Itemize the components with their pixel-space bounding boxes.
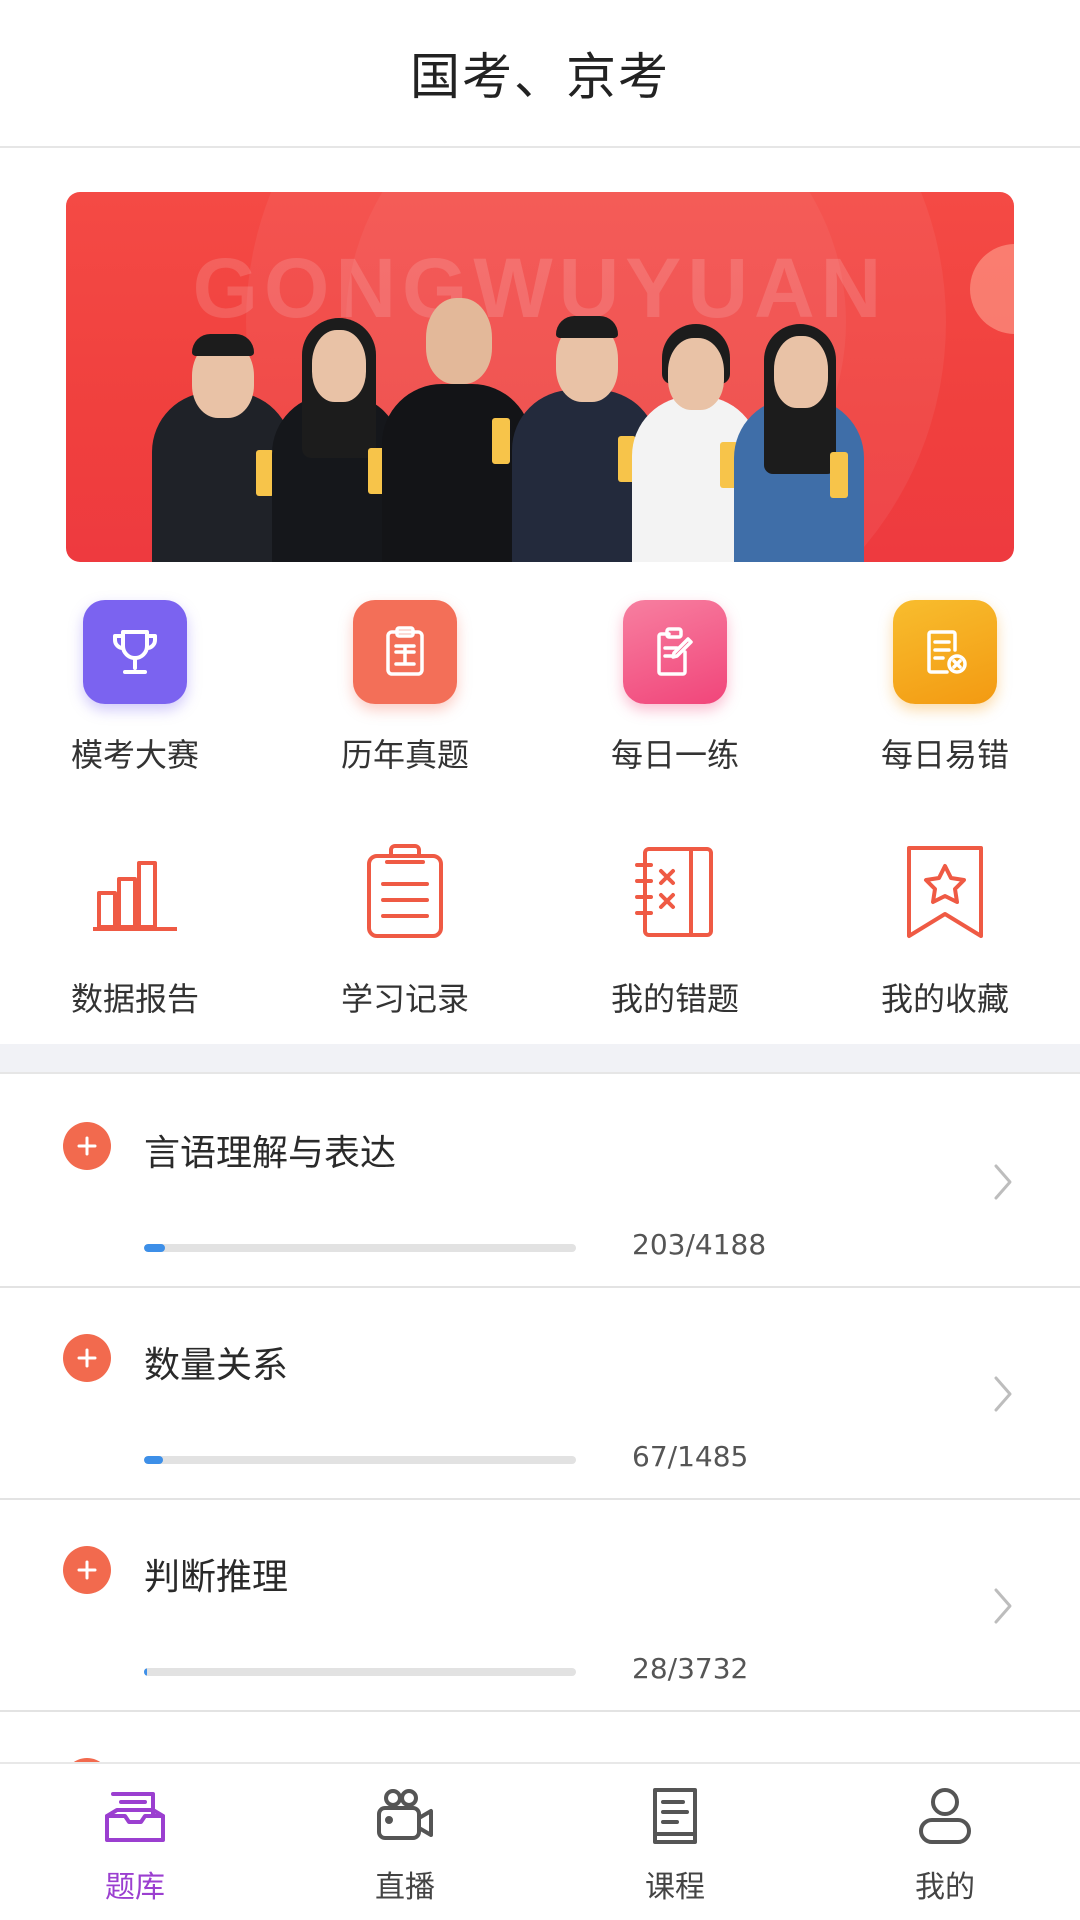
camera-icon	[373, 1784, 437, 1848]
grid-item-my-favorites[interactable]: 我的收藏	[810, 840, 1080, 1020]
grid-item-my-mistakes[interactable]: 我的错题	[540, 840, 810, 1020]
grid-item-label: 历年真题	[340, 736, 469, 774]
progress-fill	[144, 1456, 164, 1464]
page-title[interactable]: 国考、京考	[410, 37, 670, 109]
error-book-icon	[623, 840, 727, 944]
chevron-right-icon[interactable]	[992, 1374, 1014, 1418]
category-name: 数量关系	[144, 1345, 289, 1386]
feature-grid-primary: 模考大赛 历年真题 每日一练 每日易错	[0, 600, 1080, 776]
category-name: 判断推理	[144, 1557, 289, 1598]
progress-bar	[144, 1668, 576, 1676]
progress-count: 28/3732	[632, 1652, 749, 1685]
category-row[interactable]: 言语理解与表达 203/4188	[0, 1076, 1080, 1288]
tab-label: 我的	[915, 1870, 975, 1905]
progress-bar	[144, 1244, 576, 1252]
clipboard-edit-icon	[623, 600, 727, 704]
bottom-tab-bar: 题库 直播 课程 我的	[0, 1762, 1080, 1920]
grid-item-data-report[interactable]: 数据报告	[0, 840, 270, 1020]
user-icon	[913, 1784, 977, 1848]
category-row[interactable]: 数量关系 67/1485	[0, 1288, 1080, 1500]
progress-count: 203/4188	[632, 1228, 767, 1261]
tab-label: 题库	[105, 1870, 165, 1905]
tab-label: 直播	[375, 1870, 435, 1905]
section-divider	[0, 1044, 1080, 1074]
grid-item-label: 每日易错	[880, 736, 1009, 774]
bar-chart-icon	[83, 840, 187, 944]
progress-bar	[144, 1456, 576, 1464]
tab-live[interactable]: 直播	[270, 1764, 540, 1920]
grid-item-label: 每日一练	[610, 736, 739, 774]
feature-grid-secondary: 数据报告 学习记录 我的错题 我的收藏	[0, 840, 1080, 1020]
grid-item-past-papers[interactable]: 历年真题	[270, 600, 540, 776]
expand-plus-icon[interactable]	[63, 1122, 111, 1170]
document-error-icon	[893, 600, 997, 704]
promo-banner[interactable]: GONGWUYUAN	[66, 192, 1014, 562]
grid-item-label: 学习记录	[340, 980, 469, 1018]
expand-plus-icon[interactable]	[63, 1334, 111, 1382]
expand-plus-icon[interactable]	[63, 1546, 111, 1594]
question-bank-icon	[103, 1784, 167, 1848]
grid-item-label: 数据报告	[70, 980, 199, 1018]
tab-question-bank[interactable]: 题库	[0, 1764, 270, 1920]
grid-item-daily-errors[interactable]: 每日易错	[810, 600, 1080, 776]
grid-item-daily-practice[interactable]: 每日一练	[540, 600, 810, 776]
category-row[interactable]: 判断推理 28/3732	[0, 1500, 1080, 1712]
progress-fill	[144, 1668, 148, 1676]
clipboard-list-icon	[353, 840, 457, 944]
progress-count: 67/1485	[632, 1440, 749, 1473]
trophy-icon	[83, 600, 187, 704]
book-icon	[643, 1784, 707, 1848]
category-name: 言语理解与表达	[144, 1133, 397, 1174]
grid-item-label: 模考大赛	[70, 736, 199, 774]
tab-profile[interactable]: 我的	[810, 1764, 1080, 1920]
tab-courses[interactable]: 课程	[540, 1764, 810, 1920]
progress-fill	[144, 1244, 165, 1252]
grid-item-mock-contest[interactable]: 模考大赛	[0, 600, 270, 776]
tab-label: 课程	[645, 1870, 705, 1905]
grid-item-study-record[interactable]: 学习记录	[270, 840, 540, 1020]
chevron-right-icon[interactable]	[992, 1586, 1014, 1630]
grid-item-label: 我的收藏	[880, 980, 1009, 1018]
clipboard-real-icon	[353, 600, 457, 704]
top-bar: 国考、京考	[0, 0, 1080, 148]
bookmark-star-icon	[893, 840, 997, 944]
grid-item-label: 我的错题	[610, 980, 739, 1018]
chevron-right-icon[interactable]	[992, 1162, 1014, 1206]
